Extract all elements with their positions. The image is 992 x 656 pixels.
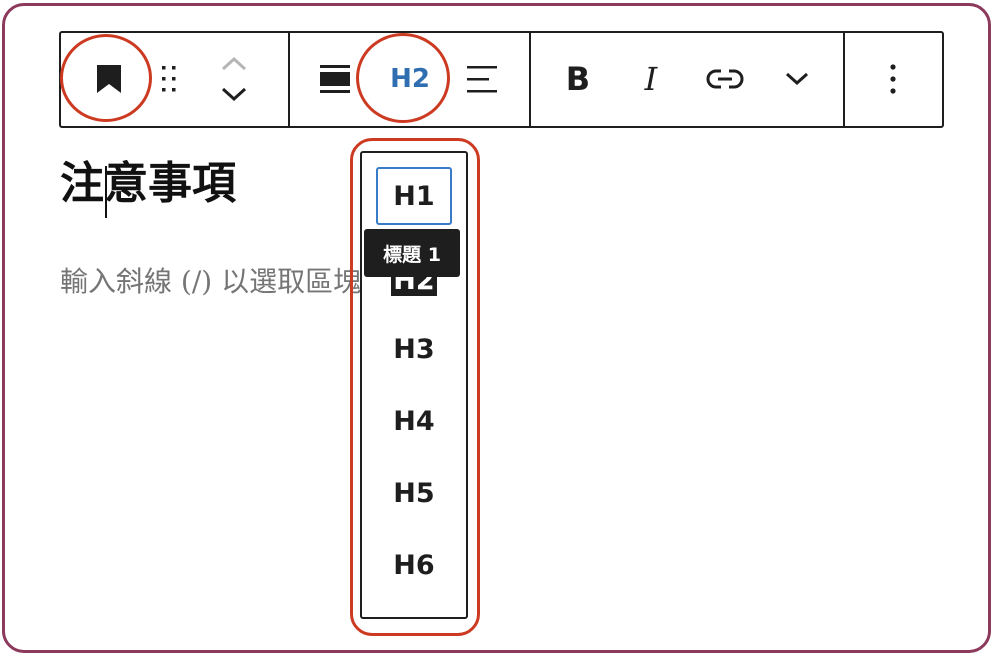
- more-vertical-icon: [890, 64, 896, 94]
- text-caret: [105, 166, 107, 218]
- heading-level-dropdown: H1 H2 H3 H4 H5 H6: [360, 151, 468, 619]
- align-button[interactable]: [314, 57, 356, 101]
- align-left-icon: [467, 66, 497, 93]
- heading-level-option-label: H4: [393, 405, 435, 437]
- heading-level-option-h6[interactable]: H6: [376, 536, 452, 594]
- heading-tooltip: 標題 1: [364, 229, 460, 277]
- more-rich-text-button[interactable]: [777, 61, 817, 97]
- heading-level-label: H2: [390, 64, 430, 94]
- chevron-down-icon: [785, 72, 809, 86]
- bold-label: B: [565, 60, 591, 98]
- move-up-button[interactable]: [216, 53, 252, 75]
- heading-level-option-h4[interactable]: H4: [376, 392, 452, 450]
- move-down-button[interactable]: [216, 83, 252, 105]
- text-align-button[interactable]: [461, 57, 503, 101]
- heading-level-option-label: H3: [393, 333, 435, 365]
- toolbar-divider: [288, 33, 290, 126]
- heading-level-option-h3[interactable]: H3: [376, 320, 452, 378]
- heading-level-option-h5[interactable]: H5: [376, 464, 452, 522]
- block-type-button[interactable]: [83, 55, 135, 103]
- options-button[interactable]: [873, 57, 913, 101]
- heading-level-option-label: H5: [393, 477, 435, 509]
- heading-block[interactable]: 注意事項: [60, 154, 236, 214]
- chevron-down-icon: [221, 87, 247, 102]
- link-button[interactable]: [701, 57, 749, 101]
- italic-label: I: [644, 60, 658, 98]
- heading-level-option-label: H6: [393, 549, 435, 581]
- align-full-width-icon: [320, 65, 350, 93]
- drag-handle-icon: [162, 66, 176, 92]
- heading-level-option-label: H1: [393, 180, 435, 212]
- block-toolbar: H2 B I: [59, 31, 944, 128]
- bookmark-icon: [97, 65, 121, 93]
- link-icon: [706, 69, 744, 89]
- heading-level-option-h1[interactable]: H1: [376, 167, 452, 225]
- toolbar-divider: [529, 33, 531, 126]
- italic-button[interactable]: I: [629, 55, 673, 103]
- heading-level-button[interactable]: H2: [379, 55, 441, 103]
- bold-button[interactable]: B: [556, 55, 600, 103]
- drag-handle-button[interactable]: [154, 61, 184, 97]
- toolbar-divider: [843, 33, 845, 126]
- chevron-up-icon: [221, 56, 247, 71]
- paragraph-placeholder[interactable]: 輸入斜線 (/) 以選取區塊: [60, 262, 362, 302]
